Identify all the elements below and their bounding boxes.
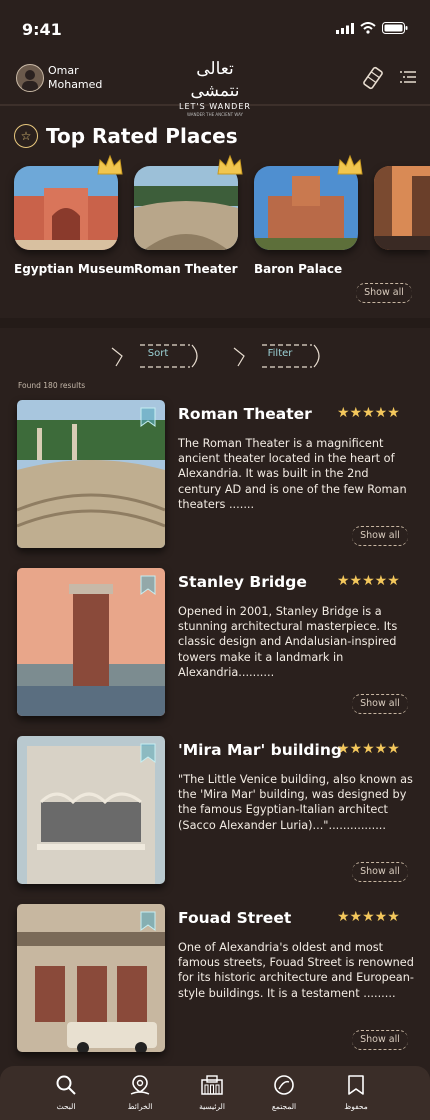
rating-stars: ★★★★★ [337, 405, 400, 421]
result-description: The Roman Theater is a magnificent ancie… [178, 437, 407, 511]
nav-item-maps[interactable]: الخرائط [118, 1074, 162, 1111]
section-divider [0, 318, 430, 328]
crown-icon [337, 154, 363, 175]
top-rated-show-all-button[interactable]: Show all [356, 283, 412, 303]
search-icon [56, 1075, 76, 1095]
place-name: Roman Theater [134, 262, 238, 276]
filter-button[interactable]: Filter [232, 342, 324, 370]
status-icons [336, 22, 408, 34]
bookmark-icon[interactable] [139, 407, 157, 427]
place-image-baron-palace [254, 166, 358, 250]
crown-icon [217, 154, 243, 175]
scroll-map-icon[interactable] [362, 66, 384, 90]
result-show-all-button[interactable]: Show all [352, 694, 408, 714]
section-title: Top Rated Places [46, 124, 238, 148]
star-badge-icon: ☆ [14, 124, 38, 148]
place-image-roman-theater [134, 166, 238, 250]
bookmark-icon[interactable] [139, 911, 157, 931]
bookmark-icon[interactable] [139, 743, 157, 763]
result-card[interactable]: Fouad Street ★★★★★ One of Alexandria's o… [0, 904, 430, 1064]
result-title: 'Mira Mar' building [178, 741, 342, 759]
place-image-egyptian-museum [14, 166, 118, 250]
logo-tagline: WANDER THE ANCIENT WAY [187, 112, 243, 117]
home-building-icon [201, 1075, 223, 1095]
app-logo[interactable]: تعالى نتمشى LET'S WANDER WANDER THE ANCI… [170, 58, 260, 117]
bookmark-icon [348, 1075, 364, 1095]
place-name: Egyptian Museum [14, 262, 135, 276]
top-rated-heading: ☆ Top Rated Places [14, 124, 238, 148]
top-place-card[interactable]: Baron Palace [254, 154, 363, 276]
nav-label: البحث [56, 1102, 76, 1111]
bottom-navigation: البحث الخرائط الرئيسية المجتمع محفوظ [0, 1066, 430, 1120]
logo-arabic: تعالى نتمشى [190, 59, 240, 101]
nav-label: الرئيسية [199, 1102, 225, 1111]
map-pin-icon [130, 1075, 150, 1095]
top-place-card[interactable]: Roman Theater [134, 154, 243, 276]
result-show-all-button[interactable]: Show all [352, 526, 408, 546]
place-image-street [374, 166, 430, 250]
avatar[interactable] [16, 64, 44, 92]
menu-icon[interactable] [400, 70, 416, 84]
result-description: "The Little Venice building, also known … [178, 773, 413, 832]
rating-stars: ★★★★★ [337, 573, 400, 589]
result-card[interactable]: Roman Theater ★★★★★ The Roman Theater is… [0, 400, 430, 560]
result-description: One of Alexandria's oldest and most famo… [178, 941, 414, 1000]
status-bar: 9:41 [0, 0, 430, 52]
app-header: Omar Mohamed تعالى نتمشى LET'S WANDER WA… [0, 52, 430, 117]
result-show-all-button[interactable]: Show all [352, 1030, 408, 1050]
battery-icon [382, 22, 408, 34]
status-time: 9:41 [22, 20, 62, 39]
result-title: Fouad Street [178, 909, 292, 927]
crown-icon [97, 154, 123, 175]
top-place-card[interactable] [374, 166, 430, 250]
nav-item-saved[interactable]: محفوظ [334, 1074, 378, 1111]
result-description: Opened in 2001, Stanley Bridge is a stun… [178, 605, 398, 679]
nav-item-search[interactable]: البحث [44, 1074, 88, 1111]
result-title: Stanley Bridge [178, 573, 307, 591]
wifi-icon [360, 22, 376, 34]
nav-label: المجتمع [271, 1102, 297, 1111]
nav-item-home[interactable]: الرئيسية [190, 1074, 234, 1111]
logo-english: LET'S WANDER [179, 102, 251, 111]
user-name: Omar Mohamed [48, 64, 103, 91]
top-place-card[interactable]: Egyptian Museum [14, 154, 135, 276]
nav-label: الخرائط [127, 1102, 153, 1111]
result-card[interactable]: Stanley Bridge ★★★★★ Opened in 2001, Sta… [0, 568, 430, 728]
place-name: Baron Palace [254, 262, 343, 276]
nav-label: محفوظ [344, 1102, 368, 1111]
result-title: Roman Theater [178, 405, 312, 423]
result-card[interactable]: 'Mira Mar' building ★★★★★ "The Little Ve… [0, 736, 430, 896]
results-count: Found 180 results [18, 381, 86, 390]
filter-label: Filter [267, 348, 293, 359]
signal-icon [336, 22, 354, 34]
sort-label: Sort [147, 348, 169, 359]
result-show-all-button[interactable]: Show all [352, 862, 408, 882]
sort-button[interactable]: Sort [110, 342, 202, 370]
community-icon [274, 1075, 294, 1095]
rating-stars: ★★★★★ [337, 909, 400, 925]
rating-stars: ★★★★★ [337, 741, 400, 757]
nav-item-community[interactable]: المجتمع [262, 1074, 306, 1111]
bookmark-icon[interactable] [139, 575, 157, 595]
